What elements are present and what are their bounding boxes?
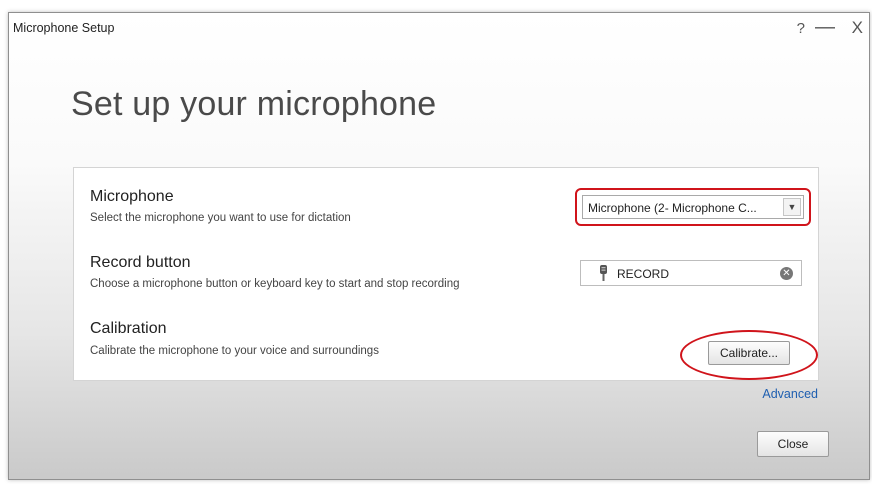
clear-icon[interactable]: ✕ bbox=[780, 267, 793, 280]
microphone-highlight-rect bbox=[575, 188, 811, 226]
microphone-label: Microphone bbox=[90, 188, 174, 205]
microphone-icon bbox=[600, 265, 607, 281]
window-title: Microphone Setup bbox=[13, 21, 115, 35]
close-button[interactable]: Close bbox=[757, 431, 829, 457]
microphone-setup-window: Microphone Setup ? — X Set up your micro… bbox=[8, 12, 870, 480]
page-title: Set up your microphone bbox=[71, 85, 437, 123]
record-key-field[interactable]: RECORD ✕ bbox=[580, 260, 802, 286]
settings-panel: Microphone Select the microphone you wan… bbox=[73, 167, 819, 381]
record-button-label: Record button bbox=[90, 254, 191, 271]
calibration-description: Calibrate the microphone to your voice a… bbox=[90, 345, 379, 357]
minimize-button[interactable]: — bbox=[815, 16, 835, 39]
help-button[interactable]: ? bbox=[797, 20, 805, 37]
calibration-label: Calibration bbox=[90, 320, 167, 337]
microphone-description: Select the microphone you want to use fo… bbox=[90, 212, 351, 224]
record-button-description: Choose a microphone button or keyboard k… bbox=[90, 278, 460, 290]
close-window-button[interactable]: X bbox=[852, 18, 863, 38]
advanced-link[interactable]: Advanced bbox=[762, 387, 818, 401]
calibrate-highlight-ellipse bbox=[680, 330, 818, 380]
record-key-value: RECORD bbox=[617, 267, 670, 281]
title-bar: Microphone Setup ? — X bbox=[9, 13, 869, 43]
